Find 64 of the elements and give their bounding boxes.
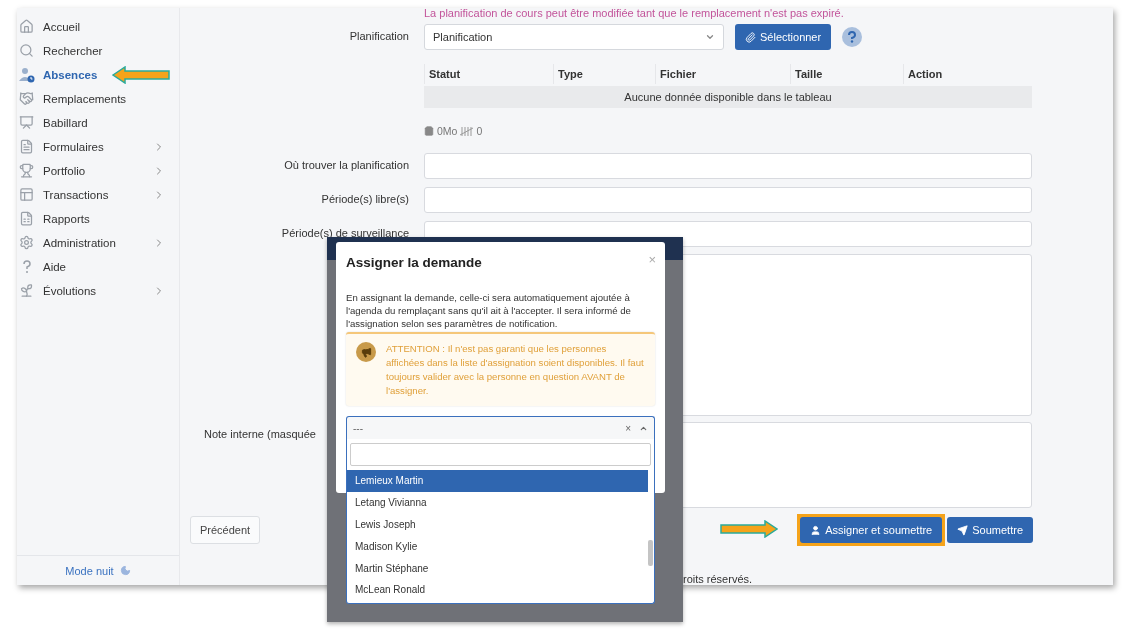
nav-item[interactable]: Remplacements bbox=[17, 87, 179, 111]
megaphone-icon bbox=[356, 342, 376, 362]
field-label: Où trouver la planification bbox=[283, 158, 409, 173]
paperclip-icon bbox=[745, 31, 756, 43]
search-icon bbox=[19, 43, 35, 59]
panel-icon bbox=[19, 187, 35, 203]
text-field[interactable] bbox=[424, 153, 1032, 179]
annotation-arrow bbox=[720, 520, 779, 538]
bag-icon bbox=[424, 126, 434, 136]
document-icon bbox=[19, 139, 35, 155]
settings-icon bbox=[19, 235, 35, 251]
tally-icon bbox=[460, 126, 474, 136]
assignee-select[interactable]: --- × bbox=[346, 416, 655, 439]
moon-icon bbox=[119, 565, 131, 576]
nav-item[interactable]: Accueil bbox=[17, 15, 179, 39]
caret-icon bbox=[705, 32, 715, 42]
handshake-icon bbox=[19, 91, 35, 107]
previous-button[interactable]: Précédent bbox=[190, 516, 261, 544]
nav-item[interactable]: Portfolio bbox=[17, 159, 179, 183]
dropdown-option[interactable]: Lemieux Martin bbox=[347, 470, 648, 492]
nav-item[interactable]: Transactions bbox=[17, 183, 179, 207]
nav-item[interactable]: Absences bbox=[17, 63, 179, 87]
spreadsheet-icon bbox=[19, 211, 35, 227]
column-header: Taille bbox=[790, 64, 903, 84]
count-text: 0 bbox=[476, 125, 483, 137]
nav-item[interactable]: Formulaires bbox=[17, 135, 179, 159]
night-mode-link[interactable]: Mode nuit bbox=[65, 564, 114, 577]
warning-text: ATTENTION : Il n'est pas garanti que les personnes affichées dans la liste d'assignation soient disponibles. Il faut toujours valider avec la personne en question AVANT de l'assigner. bbox=[386, 342, 645, 398]
column-header: Type bbox=[553, 64, 655, 84]
planning-select[interactable]: Planification bbox=[424, 24, 724, 50]
assign-submit-button[interactable]: Assigner et soumettre bbox=[800, 517, 943, 543]
dialog-text: En assignant la demande, celle-ci sera automatiquement ajoutée à l'agenda du remplaçant sans qu'il ait à l'accepter. Il sera informé de l'assignation selon ses paramètres de notification. bbox=[346, 291, 632, 330]
nav-item[interactable]: Rapports bbox=[17, 207, 179, 231]
dialog-title: Assigner la demande bbox=[346, 255, 482, 270]
field-label: Note interne (masquée bbox=[204, 428, 316, 440]
search-field[interactable] bbox=[350, 443, 651, 466]
trophy-icon bbox=[19, 163, 35, 179]
select-button[interactable]: Sélectionner bbox=[735, 24, 832, 50]
nav-item[interactable]: Aide bbox=[17, 255, 179, 279]
text-field[interactable] bbox=[424, 187, 1032, 213]
scrollbar-thumb[interactable] bbox=[648, 540, 653, 566]
clear-button[interactable]: × bbox=[625, 422, 631, 434]
column-header: Fichier bbox=[655, 64, 790, 84]
field-label: Période(s) de surveillance bbox=[280, 226, 409, 241]
field-label: Période(s) libre(s) bbox=[320, 192, 409, 207]
notice-text: La planification de cours peut être modifiée tant que le remplacement n'est pas expiré. bbox=[424, 8, 845, 21]
home-icon bbox=[19, 19, 35, 35]
empty-table-message: Aucune donnée disponible dans le tableau bbox=[424, 86, 1032, 108]
person-icon bbox=[810, 524, 822, 536]
column-header: Statut bbox=[424, 64, 553, 84]
nav-item[interactable]: Administration bbox=[17, 231, 179, 255]
submit-button[interactable]: Soumettre bbox=[947, 517, 1033, 543]
help-icon[interactable] bbox=[842, 27, 863, 47]
nav-item[interactable]: Évolutions bbox=[17, 279, 179, 303]
size-text: 0Mo bbox=[437, 125, 458, 137]
board-icon bbox=[19, 115, 35, 131]
nav-item[interactable]: Rechercher bbox=[17, 39, 179, 63]
field-label: Planification bbox=[348, 29, 409, 44]
column-header: Action bbox=[903, 64, 1032, 84]
send-icon bbox=[957, 524, 969, 536]
sprout-icon bbox=[19, 283, 35, 299]
annotation-arrow bbox=[112, 66, 170, 84]
copyright-text: roits réservés. bbox=[683, 573, 754, 585]
nav-item[interactable]: Babillard bbox=[17, 111, 179, 135]
